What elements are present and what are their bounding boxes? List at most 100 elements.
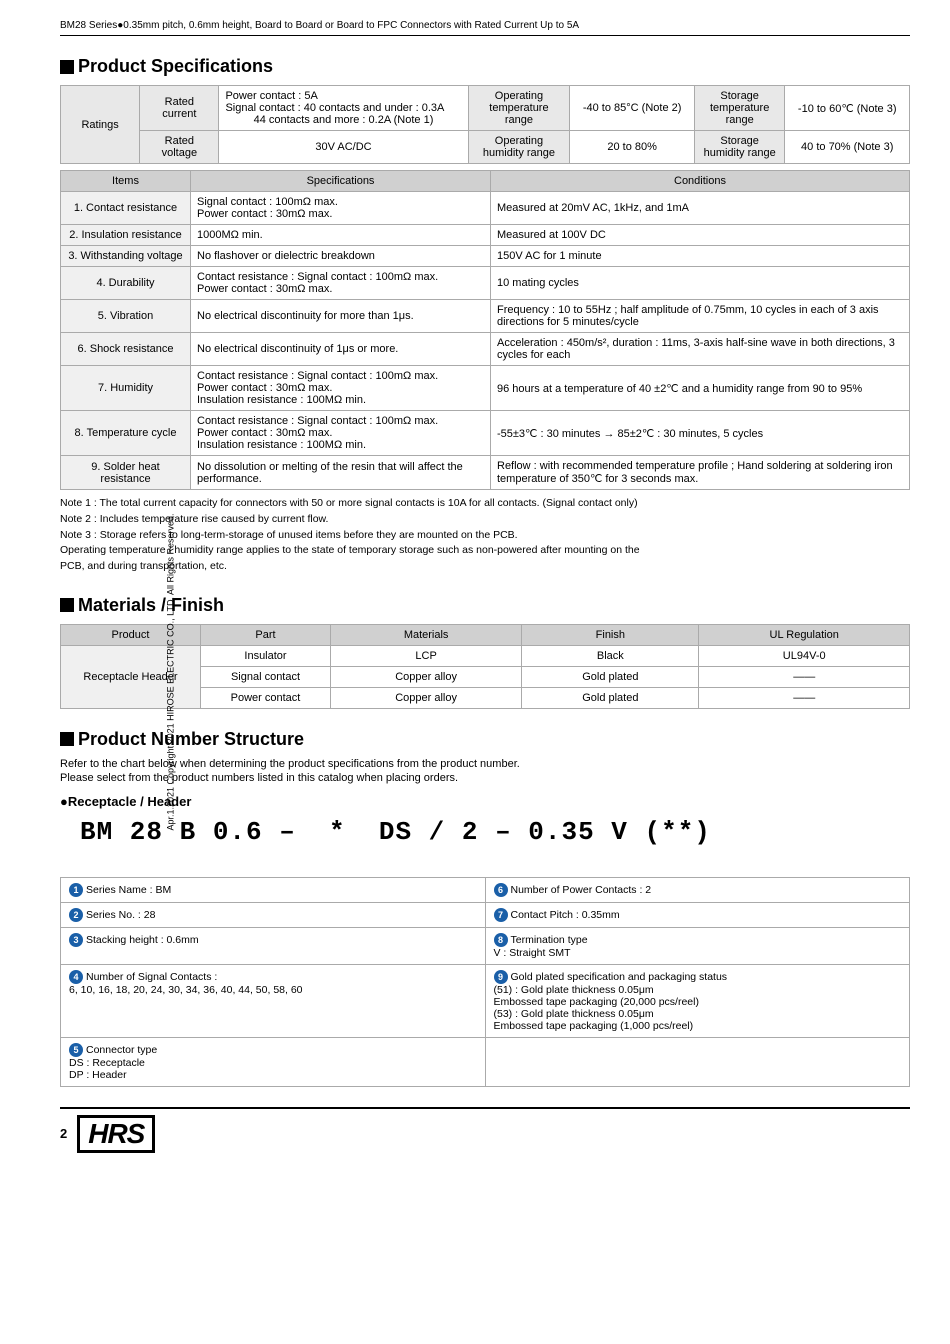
spec-spec: 1000MΩ min. (191, 225, 491, 246)
spec-spec: Contact resistance : Signal contact : 10… (191, 267, 491, 300)
product-number-section: Product Number Structure Refer to the ch… (60, 729, 910, 1087)
description-table: 1Series Name : BM6Number of Power Contac… (60, 877, 910, 1087)
desc-cell: 7Contact Pitch : 0.35mm (485, 902, 910, 927)
note-item: Note 3 : Storage refers to long-term-sto… (60, 528, 910, 544)
storage-temp-label: Storage temperature range (694, 86, 785, 131)
footer: 2 HRS (60, 1107, 910, 1153)
product-number-title: Product Number Structure (60, 729, 910, 750)
operating-temp-label: Operating temperature range (468, 86, 570, 131)
desc-cell: 6Number of Power Contacts : 2 (485, 877, 910, 902)
spec-condition: 96 hours at a temperature of 40 ±2℃ and … (491, 366, 910, 411)
mat-materials: LCP (331, 645, 522, 666)
desc-cell: 1Series Name : BM (61, 877, 486, 902)
desc-cell: 2Series No. : 28 (61, 902, 486, 927)
spec-spec: No electrical discontinuity of 1μs or mo… (191, 333, 491, 366)
rated-current-values: Power contact : 5A Signal contact : 40 c… (219, 86, 468, 131)
notes-section: Note 1 : The total current capacity for … (60, 496, 910, 575)
product-specs-title: Product Specifications (60, 56, 910, 77)
spec-condition: 10 mating cycles (491, 267, 910, 300)
spec-item: 3. Withstanding voltage (61, 246, 191, 267)
product-number-intro2: Please select from the product numbers l… (60, 772, 910, 784)
note-item: Note 2 : Includes temperature rise cause… (60, 512, 910, 528)
rated-voltage-label: Rated voltage (140, 131, 219, 164)
mat-ul: —— (699, 687, 910, 708)
operating-humidity-val: 20 to 80% (570, 131, 695, 164)
spec-spec: Contact resistance : Signal contact : 10… (191, 366, 491, 411)
mat-materials: Copper alloy (331, 687, 522, 708)
spec-condition: Measured at 100V DC (491, 225, 910, 246)
title-square-icon-3 (60, 732, 74, 746)
mat-part: Power contact (201, 687, 331, 708)
spec-condition: -55±3℃ : 30 minutes → 85±2℃ : 30 minutes… (491, 411, 910, 456)
mat-part: Signal contact (201, 666, 331, 687)
ratings-label: Ratings (61, 86, 140, 164)
product-specs-section: Product Specifications Ratings Rated cur… (60, 56, 910, 575)
materials-table: Product Part Materials Finish UL Regulat… (60, 624, 910, 709)
materials-finish-section: Materials / Finish Product Part Material… (60, 595, 910, 709)
spec-condition: 150V AC for 1 minute (491, 246, 910, 267)
mat-header-finish: Finish (522, 624, 699, 645)
spec-item: 7. Humidity (61, 366, 191, 411)
spec-condition: Measured at 20mV AC, 1kHz, and 1mA (491, 192, 910, 225)
spec-condition: Frequency : 10 to 55Hz ; half amplitude … (491, 300, 910, 333)
mat-ul: UL94V-0 (699, 645, 910, 666)
mat-header-ul: UL Regulation (699, 624, 910, 645)
spec-spec: No dissolution or melting of the resin t… (191, 456, 491, 490)
mat-materials: Copper alloy (331, 666, 522, 687)
mat-header-part: Part (201, 624, 331, 645)
note-item: PCB, and during transportation, etc. (60, 559, 910, 575)
mat-finish: Gold plated (522, 687, 699, 708)
spec-spec: No flashover or dielectric breakdown (191, 246, 491, 267)
storage-temp-val: -10 to 60℃ (Note 3) (785, 86, 910, 131)
spec-item: 8. Temperature cycle (61, 411, 191, 456)
specs-table: Items Specifications Conditions 1. Conta… (60, 170, 910, 490)
mat-ul: —— (699, 666, 910, 687)
storage-humidity-label: Storage humidity range (694, 131, 785, 164)
rated-voltage-val: 30V AC/DC (219, 131, 468, 164)
specs-header-conditions: Conditions (491, 171, 910, 192)
desc-cell: 4Number of Signal Contacts :6, 10, 16, 1… (61, 964, 486, 1037)
specs-header-items: Items (61, 171, 191, 192)
mat-header-materials: Materials (331, 624, 522, 645)
note-item: Note 1 : The total current capacity for … (60, 496, 910, 512)
operating-humidity-label: Operating humidity range (468, 131, 570, 164)
mat-product: Receptacle Header (61, 645, 201, 708)
note-item: Operating temperature / humidity range a… (60, 543, 910, 559)
ratings-table: Ratings Rated current Power contact : 5A… (60, 85, 910, 164)
sidebar-copyright: Apr.1.2021 Copyright 2021 HIROSE ELECTRI… (165, 514, 175, 831)
spec-item: 9. Solder heat resistance (61, 456, 191, 490)
spec-spec: Contact resistance : Signal contact : 10… (191, 411, 491, 456)
product-number-display: BM 28 B 0.6 – * DS / 2 – 0.35 V (**) (80, 817, 910, 847)
desc-cell: 3Stacking height : 0.6mm (61, 927, 486, 964)
receptacle-header-title: ●Receptacle / Header (60, 794, 910, 809)
materials-finish-title: Materials / Finish (60, 595, 910, 616)
title-square-icon-2 (60, 598, 74, 612)
desc-cell: 9Gold plated specification and packaging… (485, 964, 910, 1037)
product-number-intro1: Refer to the chart below when determinin… (60, 758, 910, 770)
mat-part: Insulator (201, 645, 331, 666)
spec-item: 5. Vibration (61, 300, 191, 333)
specs-header-specs: Specifications (191, 171, 491, 192)
mat-header-product: Product (61, 624, 201, 645)
footer-page-number: 2 (60, 1126, 67, 1141)
page-header: BM28 Series●0.35mm pitch, 0.6mm height, … (60, 20, 910, 36)
mat-finish: Gold plated (522, 666, 699, 687)
hrs-logo: HRS (77, 1115, 155, 1153)
spec-spec: Signal contact : 100mΩ max.Power contact… (191, 192, 491, 225)
spec-spec: No electrical discontinuity for more tha… (191, 300, 491, 333)
spec-item: 1. Contact resistance (61, 192, 191, 225)
operating-temp-val: -40 to 85°C (Note 2) (570, 86, 695, 131)
title-square-icon (60, 60, 74, 74)
spec-item: 2. Insulation resistance (61, 225, 191, 246)
spec-condition: Acceleration : 450m/s², duration : 11ms,… (491, 333, 910, 366)
rated-current-label: Rated current (140, 86, 219, 131)
mat-finish: Black (522, 645, 699, 666)
spec-condition: Reflow : with recommended temperature pr… (491, 456, 910, 490)
desc-cell: 5Connector typeDS : ReceptacleDP : Heade… (61, 1037, 486, 1086)
spec-item: 6. Shock resistance (61, 333, 191, 366)
spec-item: 4. Durability (61, 267, 191, 300)
desc-cell: 8Termination typeV : Straight SMT (485, 927, 910, 964)
storage-humidity-val: 40 to 70% (Note 3) (785, 131, 910, 164)
pn-circles-row (80, 849, 910, 869)
desc-cell (485, 1037, 910, 1086)
